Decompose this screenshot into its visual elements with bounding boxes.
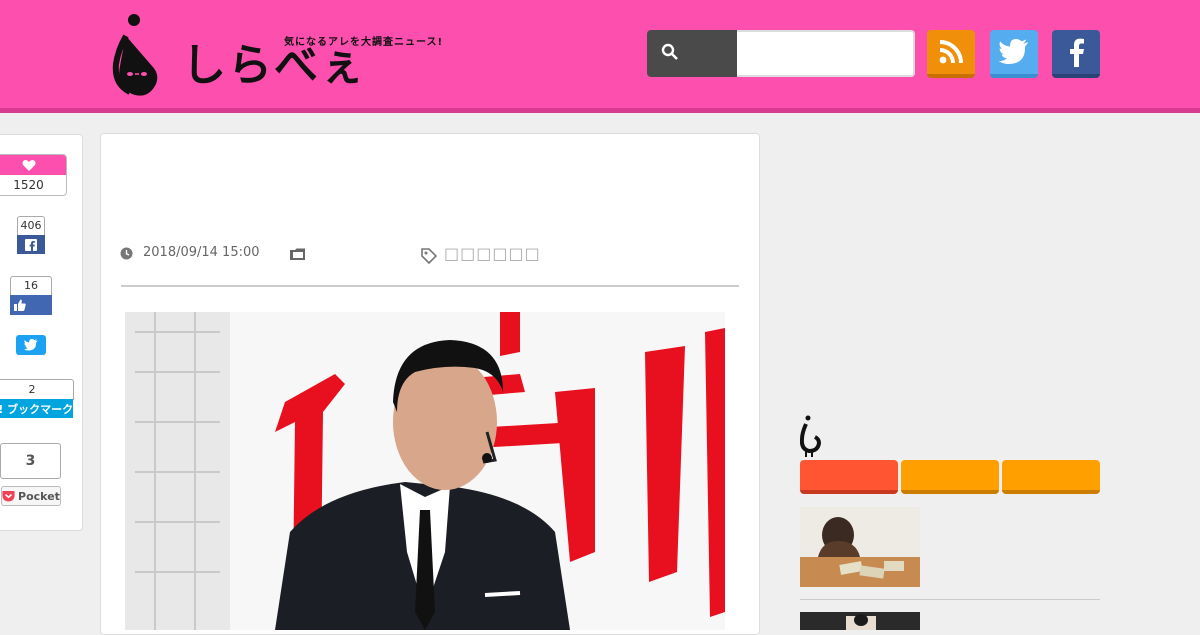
search-bar <box>647 30 917 78</box>
twitter-icon <box>999 39 1028 64</box>
logo-mascot-icon <box>112 14 158 96</box>
sidebar-article-thumbnail[interactable] <box>800 507 920 587</box>
hatena-label: B! ブックマーク <box>0 402 74 416</box>
pocket-button[interactable]: Pocket <box>1 486 61 506</box>
thumbnail-image <box>800 612 920 630</box>
pocket-label: Pocket <box>18 489 60 503</box>
article-divider <box>121 285 739 287</box>
article-tags[interactable]: □□□□□□ <box>444 244 541 263</box>
sidebar-tab-3[interactable] <box>1002 460 1100 494</box>
facebook-icon <box>1070 38 1084 67</box>
sidebar-tab-2[interactable] <box>901 460 999 494</box>
rss-button[interactable] <box>927 30 975 78</box>
facebook-share-button[interactable] <box>17 235 45 254</box>
like-button[interactable]: 1520 <box>0 154 67 196</box>
tag-icon <box>421 248 437 264</box>
search-button[interactable] <box>647 30 737 77</box>
site-header: 気になるアレを大調査ニュース! しらべぇ <box>0 0 1200 113</box>
rss-icon <box>939 40 963 64</box>
site-logo-text: しらべぇ <box>182 40 366 91</box>
hatena-bookmark-button[interactable]: B! ブックマーク <box>0 399 73 418</box>
facebook-icon <box>25 238 37 251</box>
site-logo[interactable]: 気になるアレを大調査ニュース! しらべぇ <box>112 14 442 100</box>
sidebar-divider <box>800 599 1100 600</box>
thumbnail-image <box>800 507 920 587</box>
facebook-like-button[interactable] <box>10 295 52 315</box>
heart-icon <box>22 159 35 171</box>
twitter-icon <box>24 339 38 351</box>
pocket-count: 3 <box>0 443 61 479</box>
facebook-button[interactable] <box>1052 30 1100 78</box>
clock-icon <box>120 247 133 260</box>
like-count: 1520 <box>13 178 44 192</box>
category-folder-icon[interactable] <box>290 248 306 261</box>
twitter-share-button[interactable] <box>16 335 46 355</box>
twitter-button[interactable] <box>990 30 1038 78</box>
hatena-count: 2 <box>0 379 74 400</box>
thumbs-up-icon <box>14 299 26 311</box>
sidebar-mascot-icon <box>800 415 822 457</box>
heart-area <box>0 155 66 175</box>
search-icon <box>661 43 678 60</box>
sidebar-article-thumbnail-2[interactable] <box>800 612 920 630</box>
facebook-share-count: 406 <box>17 216 45 236</box>
pocket-icon <box>2 491 15 502</box>
search-input[interactable] <box>737 30 915 77</box>
sidebar-tab-1[interactable] <box>800 460 898 494</box>
facebook-like-count: 16 <box>10 276 52 296</box>
photo-illustration <box>125 312 725 630</box>
article-main-photo <box>125 312 725 630</box>
article-date: 2018/09/14 15:00 <box>143 245 260 260</box>
